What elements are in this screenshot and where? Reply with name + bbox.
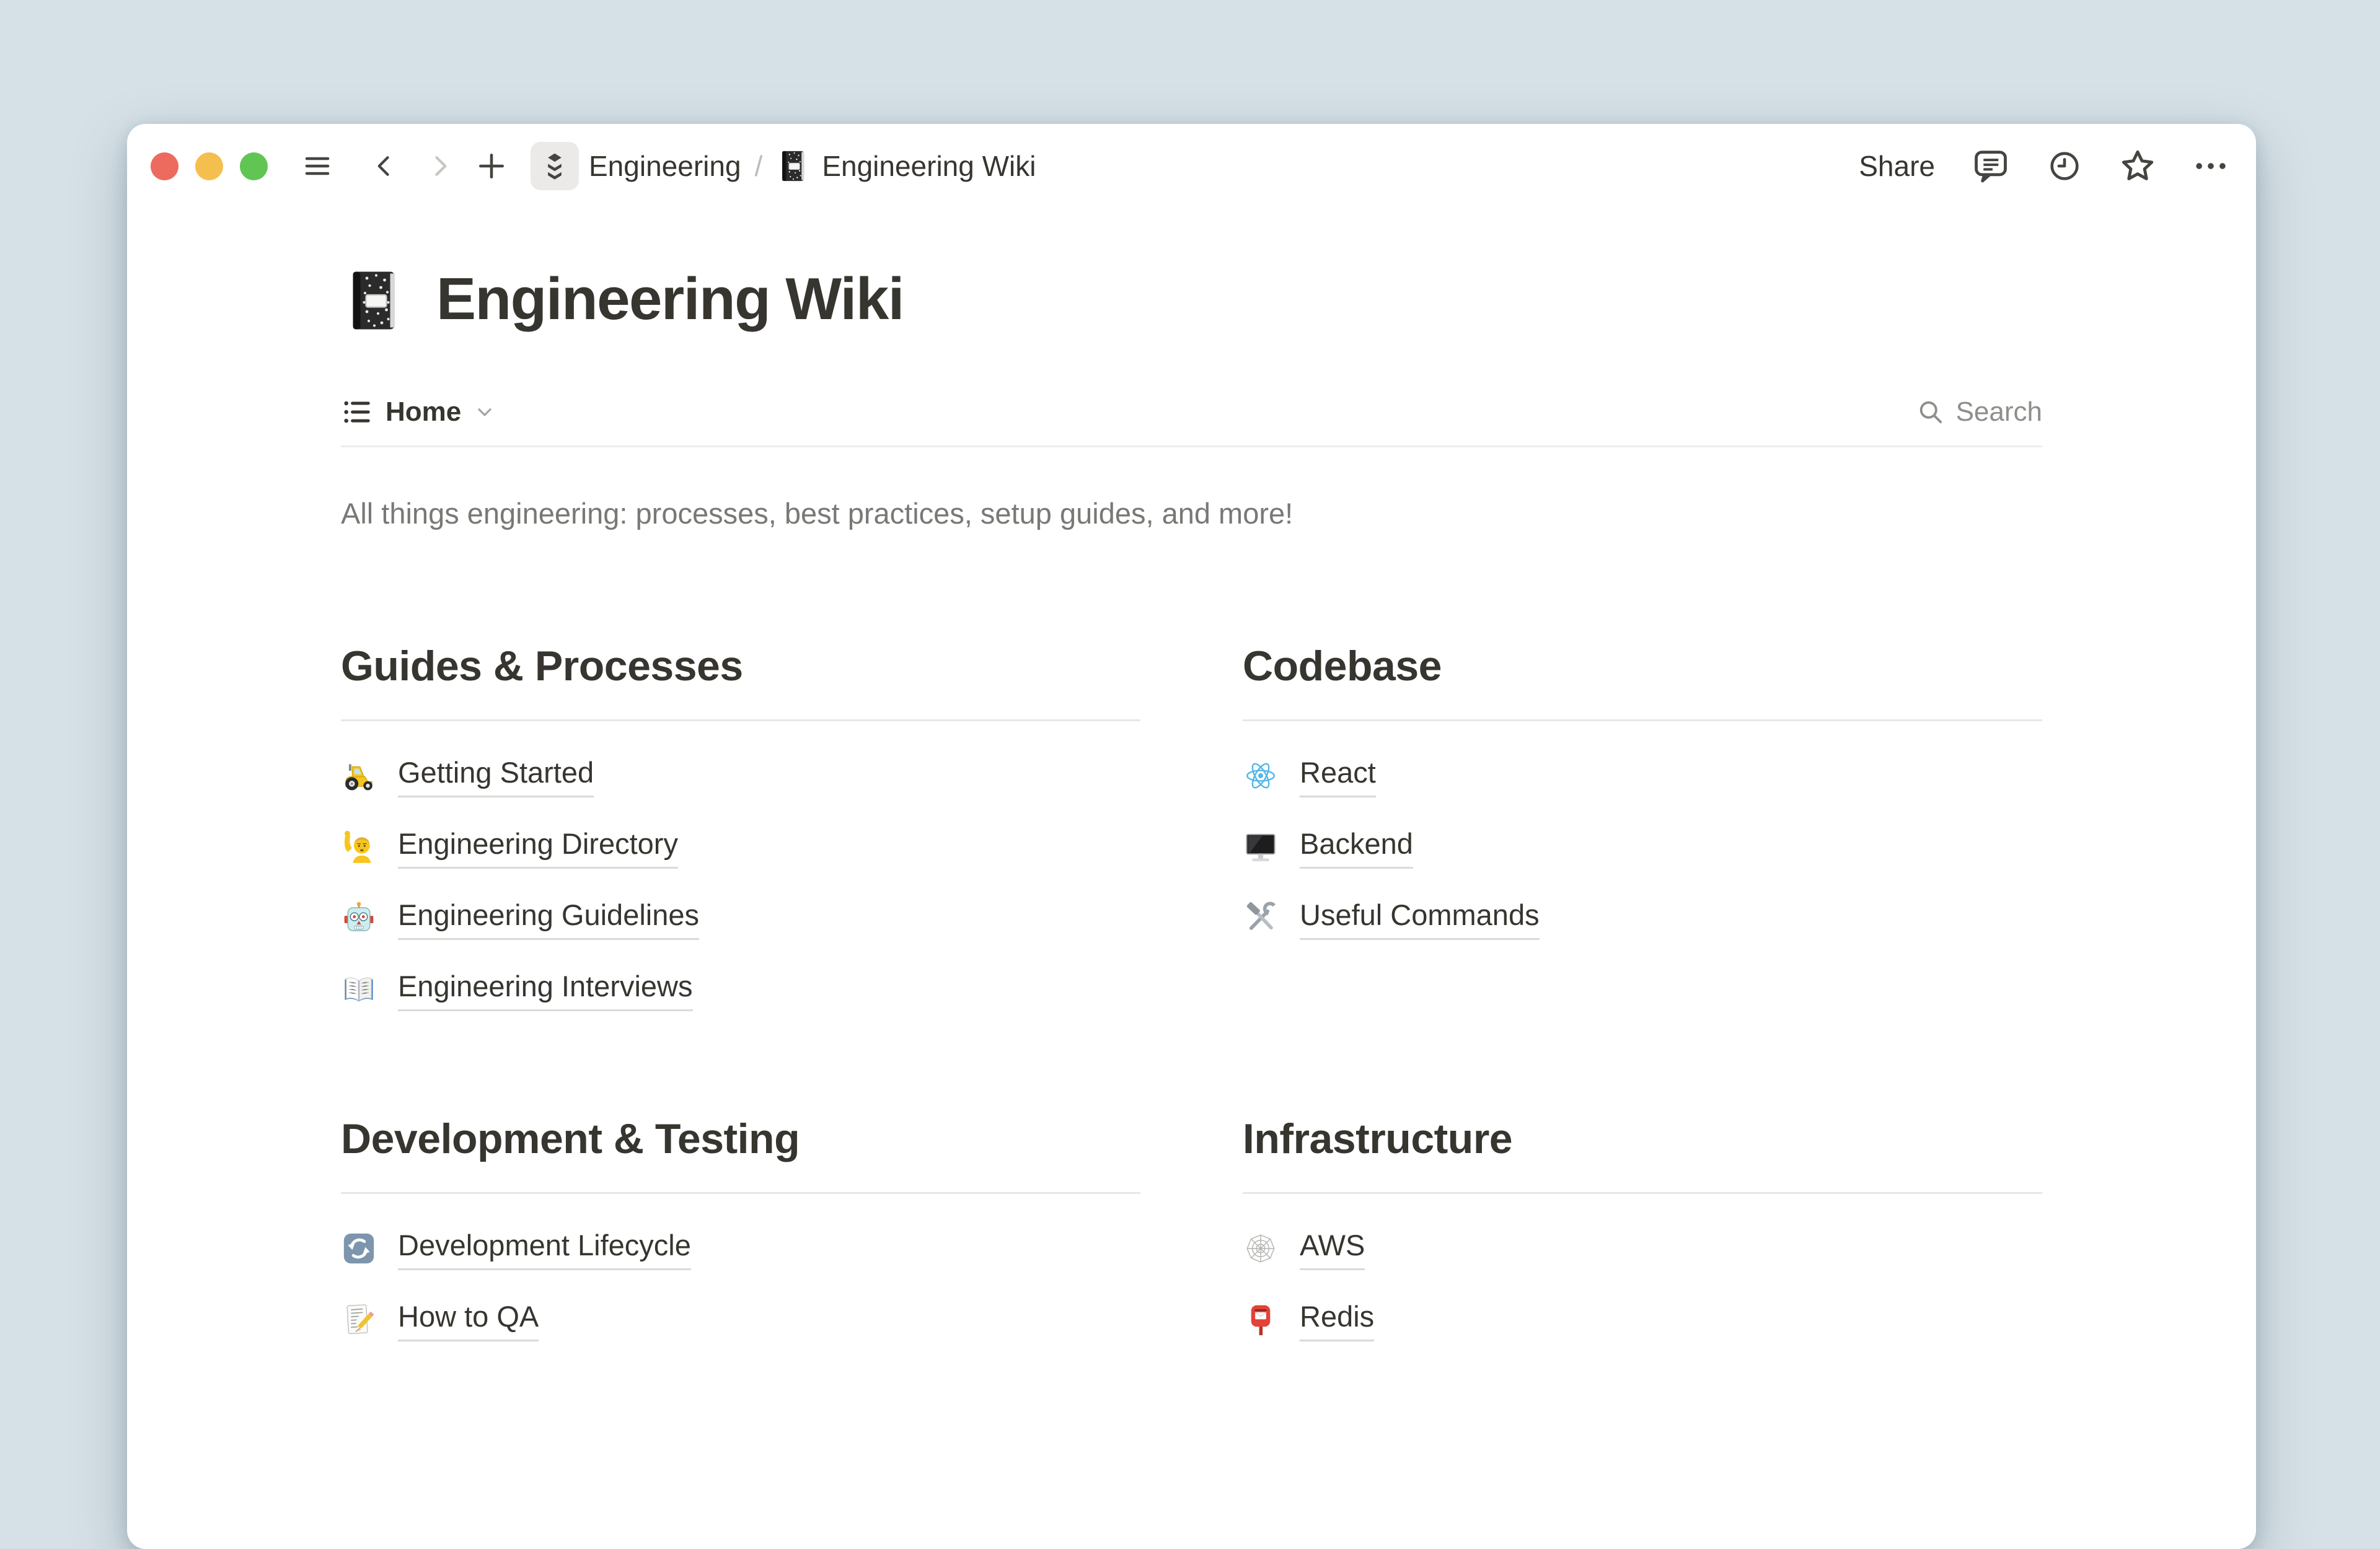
memo-icon [341,1302,377,1338]
view-tab-home[interactable]: Home [341,396,496,428]
breadcrumb-separator: / [755,149,763,183]
page-title: Engineering Wiki [436,264,904,334]
postbox-icon [1243,1302,1279,1338]
teamspace-icon-badge[interactable] [531,142,579,190]
heading-divider [1243,1192,2042,1194]
hammer-and-wrench-icon [1243,900,1279,936]
chevron-right-icon [426,152,454,180]
sidebar-toggle-button[interactable] [302,151,332,181]
page-link-development-lifecycle[interactable]: Development Lifecycle [341,1226,1140,1270]
forward-button[interactable] [426,152,454,180]
react-logo-icon [1243,758,1279,794]
section-guides-and-processes: Guides & Processes Getting Started Engin… [341,639,1140,1038]
search-button[interactable]: Search [1916,397,2042,428]
page-link-label: Backend [1300,825,1413,869]
maximize-window-button[interactable] [240,152,268,180]
search-label: Search [1956,397,2042,428]
page-link-label: React [1300,753,1376,797]
sections-grid: Guides & Processes Getting Started Engin… [341,639,2042,1369]
person-raising-hand-icon [341,829,377,865]
page-title-row: Engineering Wiki [341,264,2042,334]
page-link-backend[interactable]: Backend [1243,825,2042,869]
page-link-label: Getting Started [398,753,594,797]
share-button[interactable]: Share [1859,149,1935,183]
breadcrumb-team[interactable]: Engineering [589,149,741,183]
layers-icon [539,150,571,182]
desktop-computer-icon [1243,829,1279,865]
section-codebase: Codebase React Backend [1243,639,2042,1038]
page-link-label: Engineering Directory [398,825,678,869]
notebook-page-icon[interactable] [341,267,408,334]
more-options-button[interactable] [2193,148,2229,184]
heading-divider [341,1192,1140,1194]
bulleted-list-icon [341,396,373,428]
page-link-engineering-directory[interactable]: Engineering Directory [341,825,1140,869]
heading-divider [1243,719,2042,721]
page-link-aws[interactable]: AWS [1243,1226,2042,1270]
comments-button[interactable] [1971,146,2011,186]
hamburger-icon [302,151,332,181]
page-link-label: Engineering Guidelines [398,896,699,940]
page-link-label: Useful Commands [1300,896,1540,940]
section-heading: Development & Testing [341,1112,1140,1167]
minimize-window-button[interactable] [195,152,223,180]
comment-bubble-icon [1971,146,2011,186]
tractor-icon [341,758,377,794]
page-description: All things engineering: processes, best … [341,494,2042,532]
spider-web-icon [1243,1231,1279,1266]
ellipsis-icon [2193,148,2229,184]
page-link-label: AWS [1300,1226,1365,1270]
toolbar-actions: Share [1859,146,2229,186]
section-development-and-testing: Development & Testing Development Lifecy… [341,1112,1140,1369]
plus-icon [476,151,507,182]
section-infrastructure: Infrastructure AWS Redis [1243,1112,2042,1369]
section-heading: Guides & Processes [341,639,1140,695]
breadcrumb: Engineering / Engineering Wiki [589,149,1036,183]
view-tabs-row: Home Search [341,396,2042,447]
updates-button[interactable] [2047,148,2082,184]
section-heading: Codebase [1243,639,2042,695]
chevron-left-icon [371,152,398,180]
page-link-engineering-guidelines[interactable]: Engineering Guidelines [341,896,1140,940]
close-window-button[interactable] [151,152,178,180]
traffic-lights [151,152,268,180]
app-window: Engineering / Engineering Wiki Share [127,124,2256,1549]
page-content: Engineering Wiki Home Search All things … [341,264,2042,1369]
page-link-redis[interactable]: Redis [1243,1297,2042,1341]
favorite-button[interactable] [2118,147,2157,185]
page-link-how-to-qa[interactable]: How to QA [341,1297,1140,1341]
section-heading: Infrastructure [1243,1112,2042,1167]
page-link-label: How to QA [398,1297,539,1341]
page-link-label: Development Lifecycle [398,1226,691,1270]
page-link-react[interactable]: React [1243,753,2042,797]
robot-icon [341,900,377,936]
page-link-useful-commands[interactable]: Useful Commands [1243,896,2042,940]
notebook-icon [776,149,811,183]
clock-icon [2047,148,2082,184]
heading-divider [341,719,1140,721]
window-toolbar: Engineering / Engineering Wiki Share [127,124,2256,208]
search-icon [1916,398,1945,426]
page-link-label: Redis [1300,1297,1374,1341]
view-tab-label: Home [386,397,461,428]
page-link-label: Engineering Interviews [398,967,693,1011]
page-link-engineering-interviews[interactable]: Engineering Interviews [341,967,1140,1011]
counterclockwise-arrows-icon [341,1231,377,1266]
star-icon [2118,147,2157,185]
open-book-icon [341,972,377,1007]
chevron-down-icon [474,401,496,423]
page-link-getting-started[interactable]: Getting Started [341,753,1140,797]
new-page-button[interactable] [476,151,507,182]
breadcrumb-page[interactable]: Engineering Wiki [822,149,1036,183]
back-button[interactable] [371,152,398,180]
